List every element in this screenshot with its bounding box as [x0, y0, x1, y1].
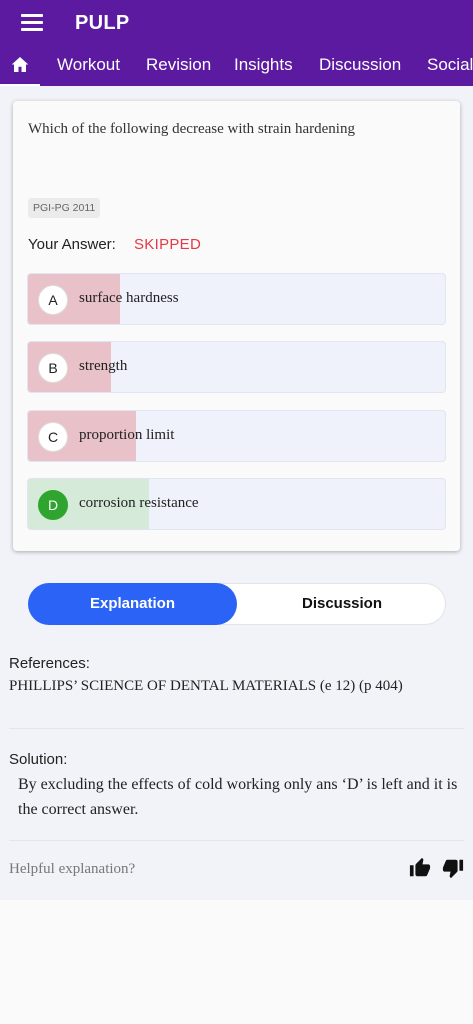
- tab-discussion[interactable]: Discussion: [319, 55, 401, 75]
- question-card: Which of the following decrease with str…: [13, 101, 460, 551]
- references-label: References:: [9, 655, 90, 672]
- option-b[interactable]: B strength: [27, 341, 446, 393]
- option-b-letter: B: [38, 353, 68, 383]
- explanation-discussion-toggle: Explanation Discussion: [28, 583, 446, 625]
- tab-workout[interactable]: Workout: [57, 55, 120, 75]
- app-title: PULP: [75, 12, 130, 34]
- option-c-letter: C: [38, 422, 68, 452]
- solution-text: By excluding the effects of cold working…: [18, 776, 458, 818]
- thumbs-down-icon[interactable]: [442, 857, 464, 879]
- option-c-text: proportion limit: [79, 427, 175, 443]
- option-a-letter: A: [38, 285, 68, 315]
- tab-bar: Workout Revision Insights Discussion Soc…: [0, 46, 473, 86]
- explanation-tab-button[interactable]: Explanation: [28, 583, 237, 625]
- tab-social[interactable]: Social: [427, 55, 473, 75]
- option-a-text: surface hardness: [79, 290, 179, 306]
- divider: [9, 840, 464, 841]
- your-answer-label: Your Answer:: [28, 236, 116, 253]
- option-a[interactable]: A surface hardness: [27, 273, 446, 325]
- divider: [9, 728, 464, 729]
- tab-revision[interactable]: Revision: [146, 55, 211, 75]
- references-text: PHILLIPS’ SCIENCE OF DENTAL MATERIALS (e…: [9, 678, 403, 694]
- solution-label: Solution:: [9, 751, 68, 768]
- discussion-tab-button[interactable]: Discussion: [238, 583, 446, 625]
- tab-insights[interactable]: Insights: [234, 55, 293, 75]
- option-d[interactable]: D corrosion resistance: [27, 478, 446, 530]
- thumbs-up-icon[interactable]: [409, 857, 431, 879]
- question-text: Which of the following decrease with str…: [28, 121, 355, 137]
- hamburger-icon[interactable]: [21, 14, 43, 31]
- option-c[interactable]: C proportion limit: [27, 410, 446, 462]
- home-icon[interactable]: [11, 56, 29, 73]
- exam-tag: PGI-PG 2011: [28, 198, 101, 218]
- option-d-text: corrosion resistance: [79, 495, 199, 511]
- your-answer-status: SKIPPED: [134, 236, 202, 253]
- helpful-prompt: Helpful explanation?: [9, 861, 136, 877]
- page-bottom: [0, 900, 473, 1024]
- option-d-letter: D: [38, 490, 68, 520]
- option-b-text: strength: [79, 358, 128, 374]
- app-bar: PULP: [0, 0, 473, 46]
